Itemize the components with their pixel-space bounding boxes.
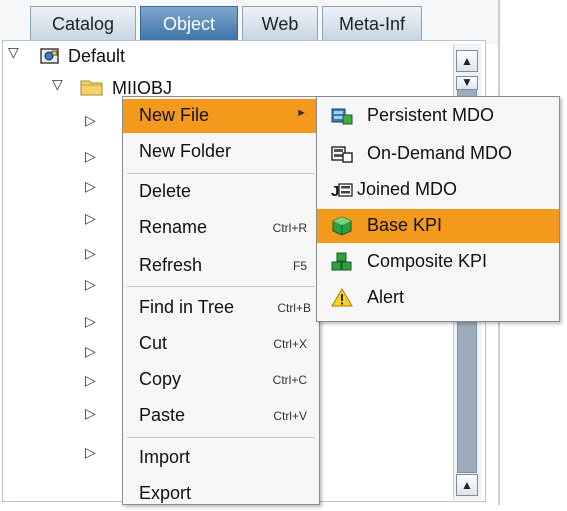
- menu-item-shortcut: Ctrl+R: [272, 221, 307, 235]
- menu-item-shortcut: Ctrl+X: [273, 337, 307, 351]
- menu-separator: [127, 437, 315, 438]
- tab-object[interactable]: Object: [140, 6, 238, 40]
- collapse-triangle-icon[interactable]: ▽: [52, 76, 63, 93]
- submenu-arrow-icon: ►: [296, 107, 307, 119]
- submenu-item-label: Base KPI: [367, 215, 443, 235]
- joined-mdo-icon: J: [331, 180, 353, 200]
- submenu-item-on-demand-mdo[interactable]: On-Demand MDO: [317, 137, 559, 171]
- menu-item-import[interactable]: Import: [123, 441, 319, 475]
- persistent-mdo-icon: [331, 106, 353, 126]
- tab-web[interactable]: Web: [242, 6, 318, 40]
- menu-item-shortcut: Ctrl+V: [273, 409, 307, 423]
- menu-item-label: Rename: [139, 217, 208, 237]
- expand-triangle-icon[interactable]: ▷: [85, 313, 96, 330]
- expand-triangle-icon[interactable]: ▷: [85, 343, 96, 360]
- tab-meta-inf[interactable]: Meta-Inf: [322, 6, 422, 40]
- on-demand-mdo-icon: [331, 144, 353, 164]
- tab-catalog-label: Catalog: [51, 14, 115, 34]
- submenu-item-base-kpi[interactable]: Base KPI: [317, 209, 559, 243]
- tab-web-label: Web: [261, 14, 299, 34]
- menu-item-cut[interactable]: Cut Ctrl+X: [123, 327, 319, 361]
- tab-object-label: Object: [162, 14, 216, 34]
- menu-item-new-file[interactable]: New File ►: [123, 99, 319, 133]
- expand-triangle-icon[interactable]: ▷: [85, 245, 96, 262]
- submenu-item-composite-kpi[interactable]: Composite KPI: [317, 245, 559, 279]
- tab-catalog[interactable]: Catalog: [30, 6, 136, 40]
- submenu-item-label: Composite KPI: [367, 251, 488, 271]
- menu-item-label: Refresh: [139, 255, 203, 275]
- menu-item-label: Find in Tree: [139, 297, 235, 317]
- submenu-item-label: Joined MDO: [357, 179, 458, 199]
- catalog-root-icon: [40, 47, 60, 65]
- tree-folder-label[interactable]: MIIOBJ: [112, 78, 172, 96]
- tab-bar: Catalog Object Web Meta-Inf: [0, 0, 500, 44]
- expand-triangle-icon[interactable]: ▷: [85, 112, 96, 129]
- menu-item-rename[interactable]: Rename Ctrl+R: [123, 211, 319, 245]
- expand-triangle-icon[interactable]: ▷: [85, 178, 96, 195]
- alert-icon: [331, 288, 353, 308]
- menu-item-label: Paste: [139, 405, 186, 425]
- menu-item-label: Cut: [139, 333, 168, 353]
- expand-triangle-icon[interactable]: ▷: [85, 210, 96, 227]
- menu-item-paste[interactable]: Paste Ctrl+V: [123, 399, 319, 433]
- menu-item-copy[interactable]: Copy Ctrl+C: [123, 363, 319, 397]
- submenu-item-persistent-mdo[interactable]: Persistent MDO: [317, 99, 559, 133]
- expand-triangle-icon[interactable]: ▷: [85, 276, 96, 293]
- context-menu: New File ► New Folder Delete Rename Ctrl…: [122, 96, 320, 505]
- menu-item-new-folder[interactable]: New Folder: [123, 135, 319, 169]
- arrow-up-icon: ▲: [461, 54, 473, 68]
- submenu-item-label: On-Demand MDO: [367, 143, 513, 163]
- menu-item-shortcut: F5: [292, 259, 307, 273]
- menu-item-label: Delete: [139, 181, 192, 201]
- menu-item-shortcut: Ctrl+C: [272, 373, 307, 387]
- arrow-up-icon: ▲: [461, 478, 473, 492]
- folder-icon: [80, 77, 104, 97]
- expand-triangle-icon[interactable]: ▷: [85, 148, 96, 165]
- menu-separator: [127, 286, 315, 287]
- submenu-item-label: Persistent MDO: [367, 105, 495, 125]
- menu-item-find-in-tree[interactable]: Find in Tree Ctrl+B: [123, 291, 319, 325]
- menu-item-shortcut: Ctrl+B: [277, 301, 311, 315]
- expand-triangle-icon[interactable]: ▷: [85, 372, 96, 389]
- svg-text:J: J: [331, 183, 339, 200]
- menu-item-label: New Folder: [139, 141, 232, 161]
- arrow-down-icon: ▼: [461, 75, 473, 89]
- menu-separator: [127, 173, 315, 174]
- collapse-triangle-icon[interactable]: ▽: [8, 44, 19, 61]
- submenu-item-alert[interactable]: Alert: [317, 281, 559, 315]
- expand-triangle-icon[interactable]: ▷: [85, 405, 96, 422]
- menu-item-label: Copy: [139, 369, 182, 389]
- scroll-up-button[interactable]: ▲: [456, 50, 478, 72]
- composite-kpi-icon: [331, 252, 353, 272]
- tab-meta-inf-label: Meta-Inf: [338, 14, 406, 34]
- submenu-item-label: Alert: [367, 287, 405, 307]
- expand-triangle-icon[interactable]: ▷: [85, 444, 96, 461]
- menu-item-label: Import: [139, 447, 191, 467]
- menu-item-export[interactable]: Export: [123, 477, 319, 511]
- tree-root-label[interactable]: Default: [68, 46, 125, 67]
- base-kpi-icon: [331, 216, 353, 236]
- scroll-up-button-bottom[interactable]: ▲: [456, 474, 478, 496]
- scroll-down-button[interactable]: ▼: [456, 76, 478, 90]
- submenu-item-joined-mdo[interactable]: J Joined MDO: [317, 173, 559, 207]
- menu-item-delete[interactable]: Delete: [123, 175, 319, 209]
- menu-item-label: Export: [139, 483, 192, 503]
- new-file-submenu: Persistent MDO On-Demand MDO J Joined MD…: [316, 96, 560, 322]
- menu-item-label: New File: [139, 105, 210, 125]
- menu-item-refresh[interactable]: Refresh F5: [123, 249, 319, 283]
